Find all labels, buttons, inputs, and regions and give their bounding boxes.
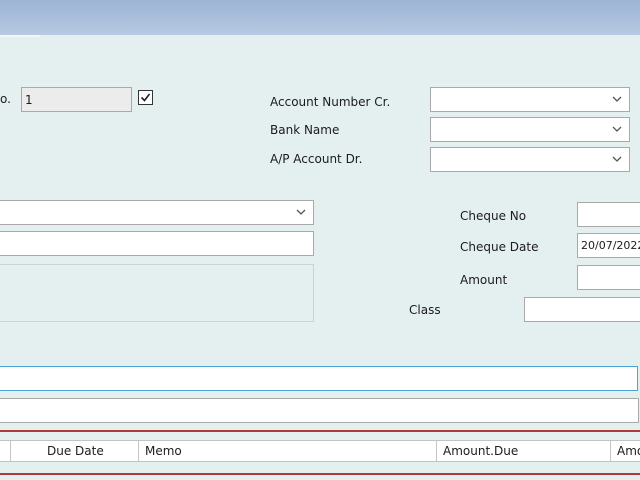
- chevron-down-icon[interactable]: [296, 207, 306, 217]
- checkmark-icon: [140, 93, 151, 102]
- grid-bottom-separator: [0, 473, 640, 475]
- no-field[interactable]: 1: [21, 87, 132, 112]
- amount-field[interactable]: [577, 265, 640, 290]
- bank-name-combo[interactable]: [430, 117, 630, 142]
- ap-account-dr-label: A/P Account Dr.: [270, 152, 363, 166]
- class-field[interactable]: [524, 297, 640, 322]
- no-checkbox[interactable]: [138, 90, 153, 105]
- chevron-down-icon[interactable]: [612, 154, 622, 164]
- bank-name-label: Bank Name: [270, 123, 340, 137]
- account-number-cr-label: Account Number Cr.: [270, 95, 391, 109]
- grid-top-separator: [0, 430, 640, 432]
- payee-combo[interactable]: [0, 200, 314, 225]
- cheque-no-field[interactable]: [577, 202, 640, 227]
- column-header-amount-due[interactable]: Amount.Due: [436, 441, 610, 461]
- chevron-down-icon[interactable]: [612, 124, 622, 134]
- grid-header: Due Date Memo Amount.Due Amount: [0, 440, 640, 462]
- ap-account-dr-combo[interactable]: [430, 147, 630, 172]
- memo-field-focused[interactable]: [0, 366, 638, 391]
- no-label: o.: [0, 92, 11, 106]
- secondary-memo-field[interactable]: [0, 398, 639, 423]
- class-label: Class: [409, 303, 441, 317]
- title-bar: [0, 0, 640, 35]
- account-number-cr-combo[interactable]: [430, 87, 630, 112]
- address-box: [0, 264, 314, 322]
- cheque-date-field[interactable]: 20/07/2022: [577, 233, 640, 258]
- cheque-date-label: Cheque Date: [460, 240, 539, 254]
- column-header-memo[interactable]: Memo: [138, 441, 436, 461]
- column-header-amount[interactable]: Amount: [610, 441, 640, 461]
- payee-text-field[interactable]: [0, 231, 314, 256]
- column-header-due-date[interactable]: Due Date: [10, 441, 138, 461]
- amount-label: Amount: [460, 273, 508, 287]
- chevron-down-icon[interactable]: [612, 94, 622, 104]
- cheque-no-label: Cheque No: [460, 209, 527, 223]
